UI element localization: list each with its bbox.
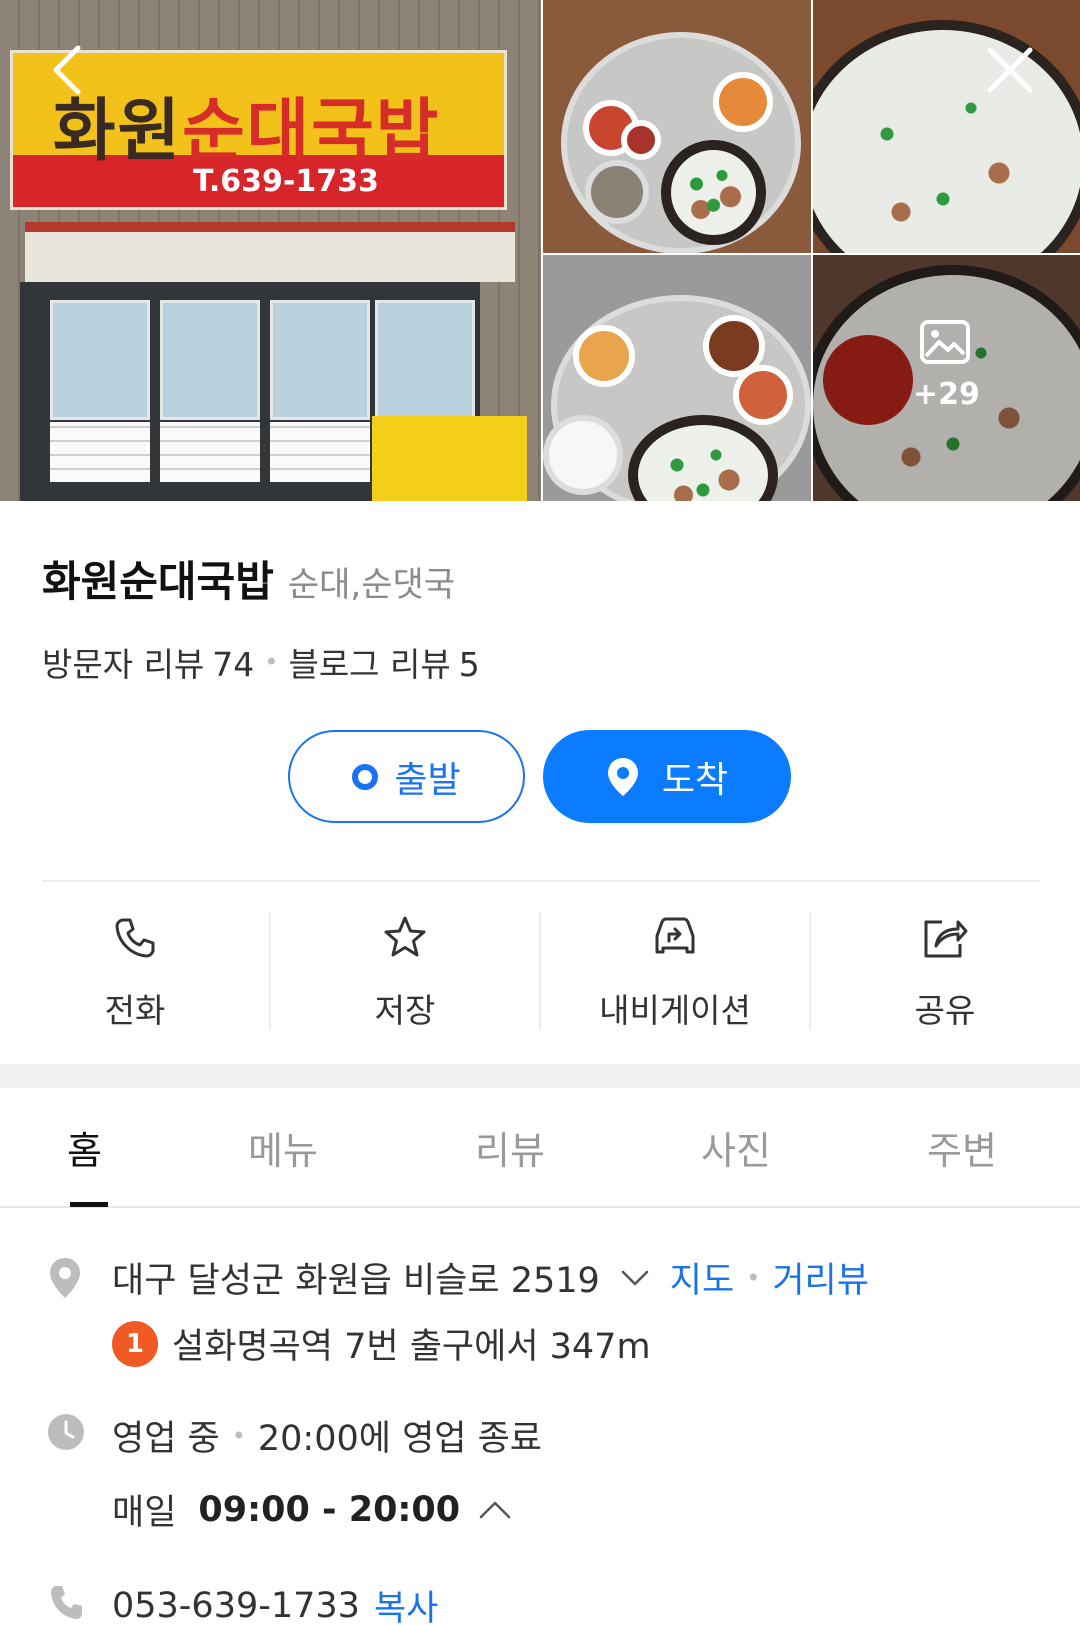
share-button[interactable]: 공유 (809, 910, 1080, 1032)
arrive-button[interactable]: 도착 (543, 730, 791, 823)
food-photo-4-more[interactable]: +29 (813, 255, 1080, 501)
food-photo-1[interactable] (543, 0, 811, 253)
close-icon (987, 47, 1033, 93)
food-photo-3[interactable] (543, 255, 811, 501)
daily-hours-row: 매일 09:00 - 20:00 (112, 1484, 512, 1535)
business-status-row: 영업 중 • 20:00에 영업 종료 (112, 1410, 542, 1461)
route-buttons: 출발 도착 (288, 730, 791, 823)
clock-icon (48, 1414, 84, 1450)
blog-review-count: 5 (458, 645, 480, 684)
back-button[interactable] (40, 40, 100, 100)
blog-review-label: 블로그 리뷰 (288, 645, 451, 684)
review-summary: 방문자 리뷰 74 • 블로그 리뷰 5 (42, 638, 480, 686)
more-photos-count: +29 (913, 377, 980, 412)
map-link[interactable]: 지도 (670, 1252, 734, 1303)
awning (25, 222, 515, 282)
phone-number[interactable]: 053-639-1733 (112, 1586, 360, 1625)
phone-icon (51, 1586, 82, 1619)
sign-tel: T.639-1733 (193, 164, 379, 199)
tab-photo[interactable]: 사진 (701, 1120, 771, 1175)
navigation-label: 내비게이션 (599, 991, 751, 1030)
closing-time: 20:00에 영업 종료 (257, 1419, 543, 1459)
location-pin-icon (50, 1258, 80, 1298)
subway-text: 설화명곡역 7번 출구에서 347m (172, 1327, 651, 1367)
copy-link[interactable]: 복사 (374, 1580, 438, 1625)
share-label: 공유 (914, 991, 976, 1030)
chevron-left-icon (53, 45, 81, 95)
tab-bar: 홈 메뉴 리뷰 사진 주변 (0, 1088, 1080, 1208)
daily-label: 매일 (112, 1493, 177, 1533)
call-label: 전화 (104, 991, 166, 1030)
photo-gallery-icon (920, 320, 970, 364)
save-label: 저장 (374, 991, 436, 1030)
chevron-down-icon[interactable] (620, 1268, 650, 1288)
call-button[interactable]: 전화 (0, 910, 270, 1032)
separator-dot: • (746, 1263, 761, 1292)
visitor-review-count: 74 (212, 645, 255, 684)
save-button[interactable]: 저장 (269, 910, 540, 1032)
address-text: 대구 달성군 화원읍 비슬로 2519 (112, 1261, 600, 1301)
start-button[interactable]: 출발 (288, 730, 525, 823)
chevron-up-icon[interactable] (478, 1499, 512, 1521)
close-button[interactable] (980, 40, 1040, 100)
yellow-board (372, 416, 527, 501)
blog-review-link[interactable]: 블로그 리뷰 5 (288, 638, 479, 686)
daily-hours: 09:00 - 20:00 (198, 1489, 461, 1530)
sign-name-part2: 순대국밥 (182, 92, 441, 171)
visitor-review-link[interactable]: 방문자 리뷰 74 (42, 638, 254, 686)
business-status: 영업 중 (112, 1419, 220, 1459)
start-label: 출발 (394, 759, 461, 801)
action-bar: 전화 저장 내비게이션 공유 (0, 910, 1080, 1032)
sign-name-part1: 화원 (53, 92, 183, 171)
tab-home[interactable]: 홈 (67, 1120, 102, 1175)
visitor-review-label: 방문자 리뷰 (42, 645, 205, 684)
location-pin-icon (607, 757, 638, 796)
section-separator (0, 1064, 1080, 1088)
subway-line-badge: 1 (112, 1320, 158, 1367)
tab-review[interactable]: 리뷰 (475, 1120, 545, 1175)
divider (42, 880, 1040, 882)
tab-menu[interactable]: 메뉴 (248, 1120, 318, 1175)
address-row: 대구 달성군 화원읍 비슬로 2519 지도 • 거리뷰 (112, 1252, 869, 1303)
origin-dot-icon (352, 763, 379, 790)
separator-dot: • (231, 1421, 246, 1450)
share-icon (924, 920, 968, 958)
active-tab-indicator (70, 1202, 108, 1207)
place-name: 화원순대국밥 (42, 557, 274, 606)
phone-icon (115, 918, 155, 958)
star-icon (384, 916, 426, 957)
arrive-label: 도착 (661, 759, 729, 801)
subway-info: 1 설화명곡역 7번 출구에서 347m (112, 1318, 651, 1369)
tab-nearby[interactable]: 주변 (927, 1120, 997, 1175)
navigation-button[interactable]: 내비게이션 (539, 910, 810, 1032)
separator-dot: • (264, 648, 279, 676)
phone-row: 053-639-1733 복사 (112, 1580, 438, 1625)
food-photo-2[interactable] (813, 0, 1080, 253)
place-category: 순대,순댓국 (287, 565, 456, 605)
photo-gallery: 화원순대국밥 T.639-1733 +29 (0, 0, 1080, 501)
car-navigation-icon (655, 917, 695, 954)
place-title-row: 화원순대국밥 순대,순댓국 (42, 548, 455, 609)
street-view-link[interactable]: 거리뷰 (772, 1252, 869, 1303)
